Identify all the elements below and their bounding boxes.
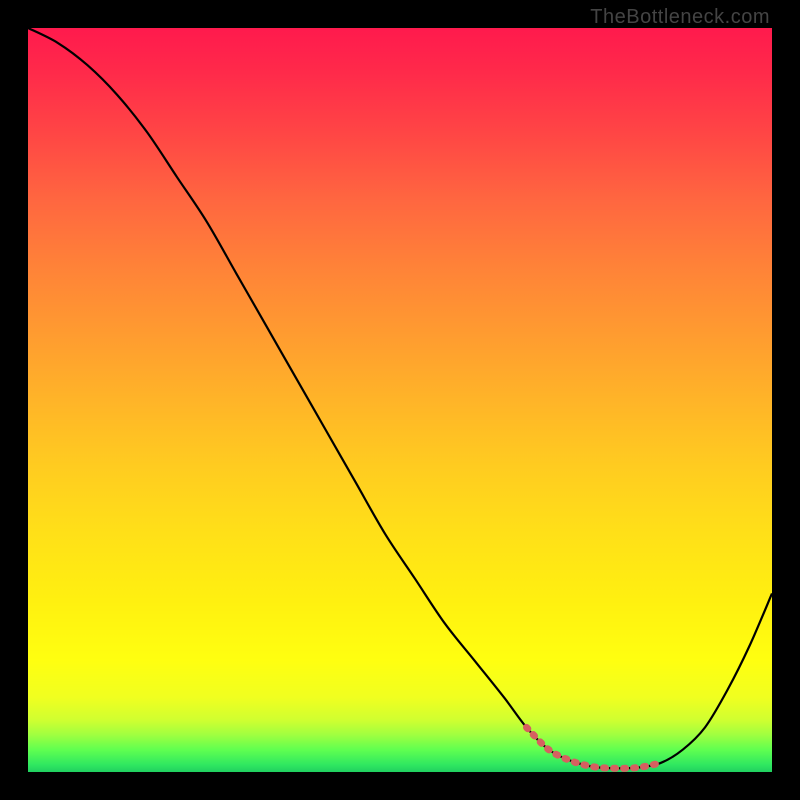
attribution-text: TheBottleneck.com — [590, 6, 770, 29]
gradient-background — [28, 28, 772, 772]
chart-frame — [28, 28, 772, 772]
